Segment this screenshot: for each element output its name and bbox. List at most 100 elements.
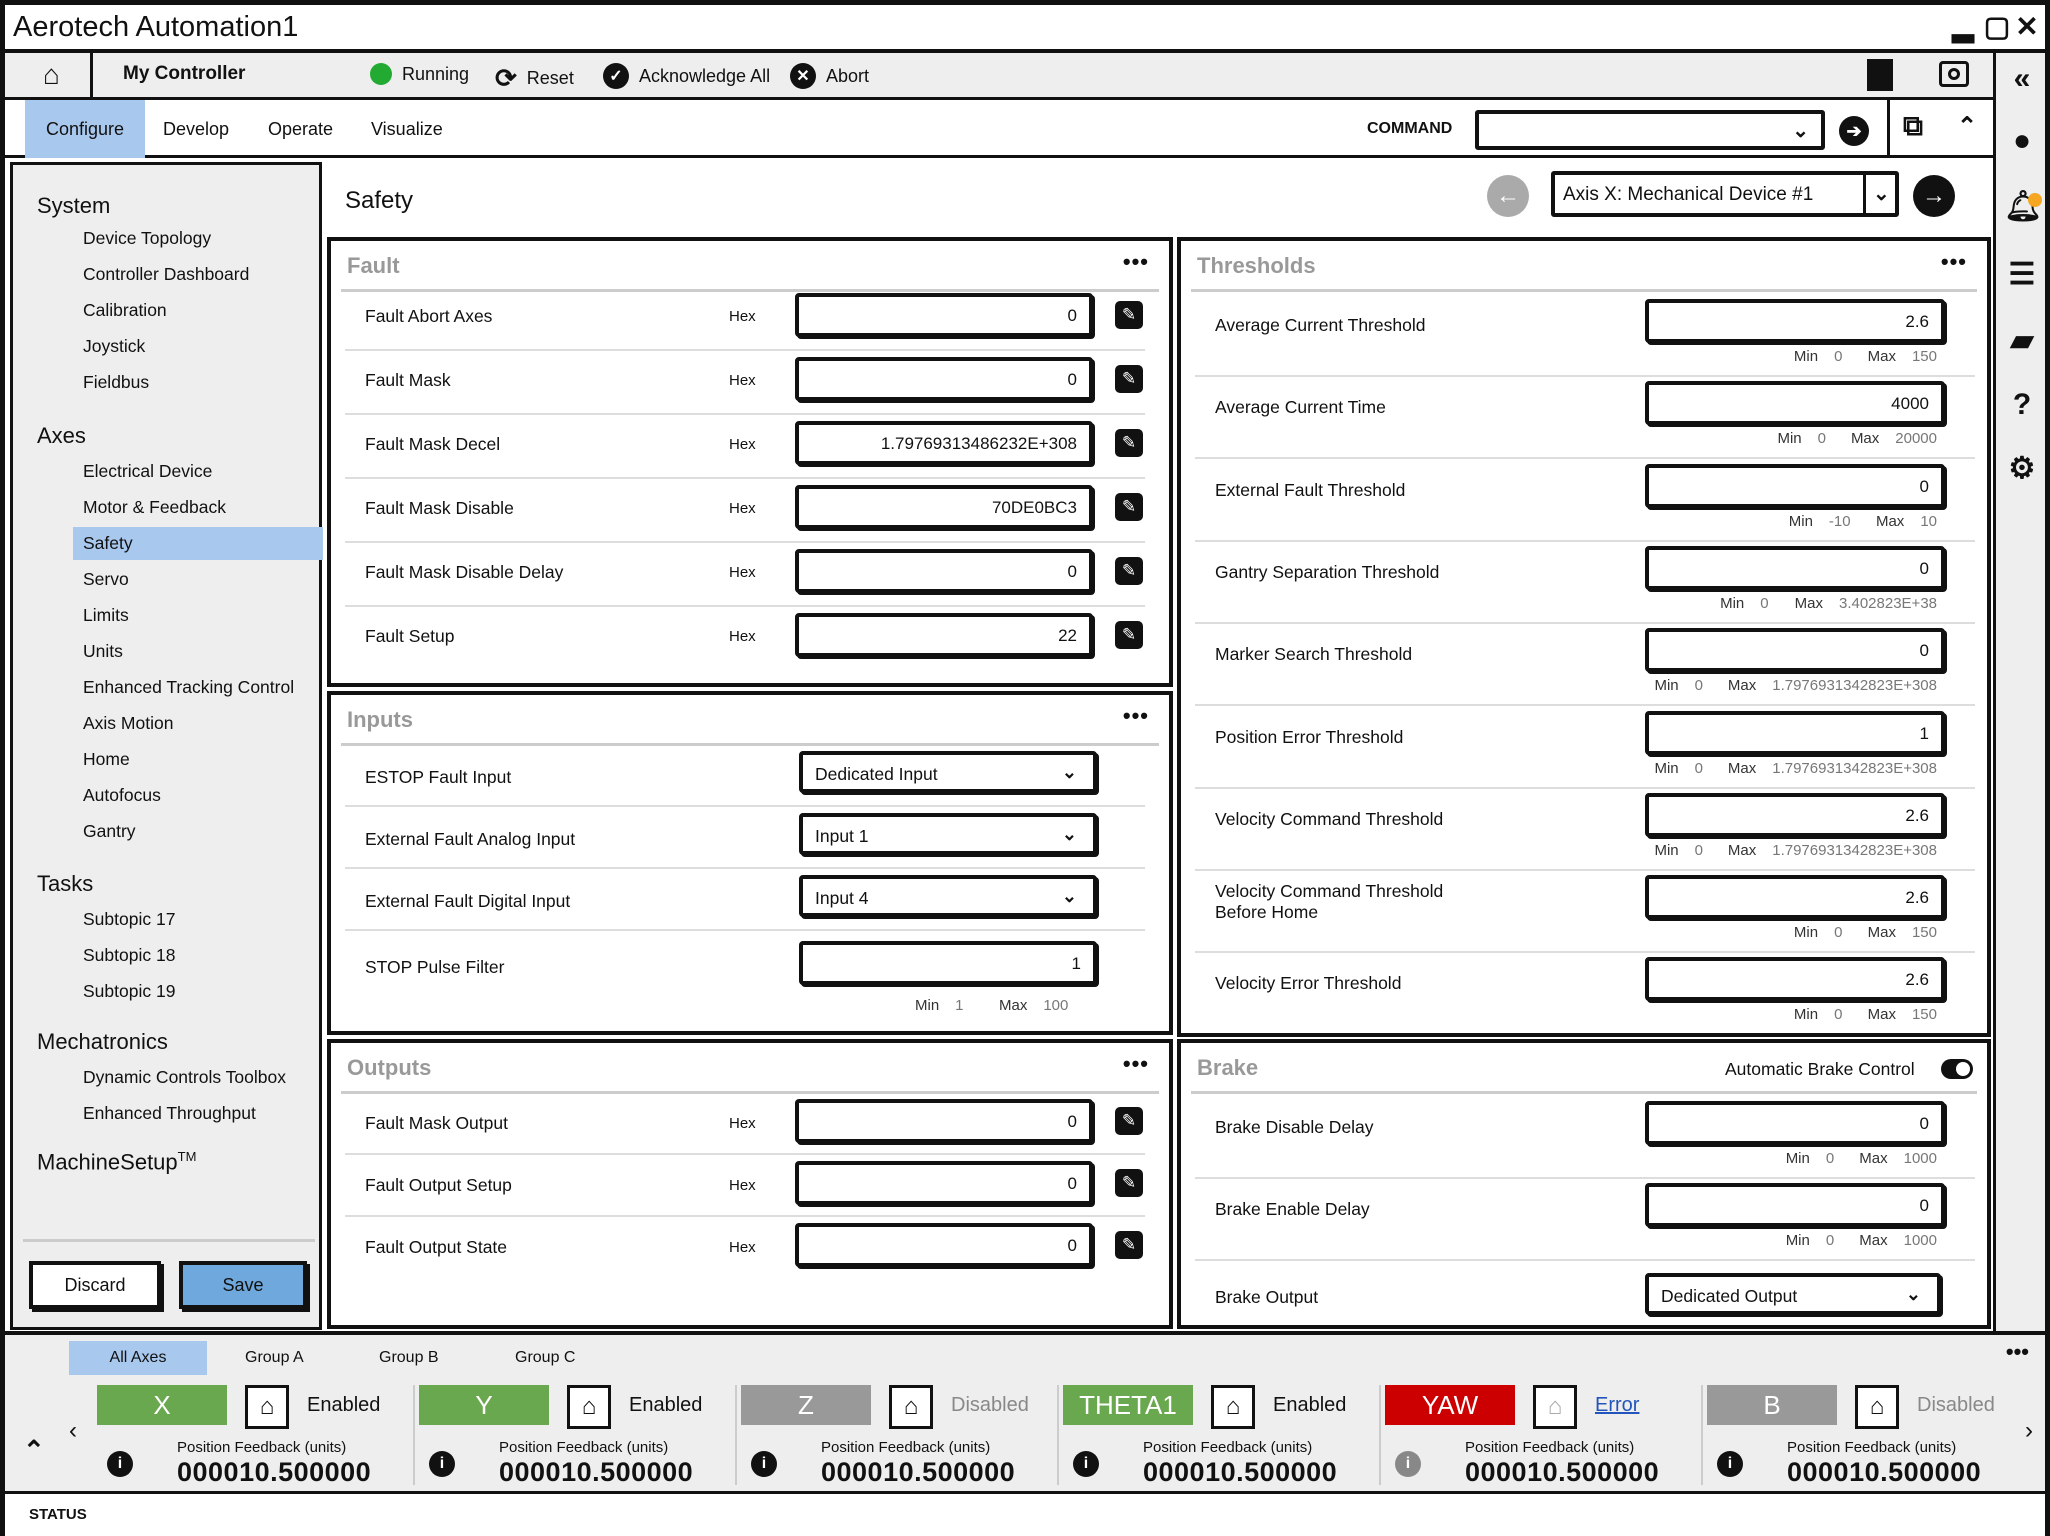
more-options-icon[interactable]: ••• bbox=[1123, 703, 1149, 729]
threshold-row-field[interactable]: 1 bbox=[1645, 710, 1945, 755]
sidebar-item-enhanced-tracking-control[interactable]: Enhanced Tracking Control bbox=[73, 671, 323, 704]
sidebar-item-limits[interactable]: Limits bbox=[73, 599, 323, 632]
output-row-field[interactable]: 0 bbox=[795, 1161, 1093, 1205]
input-row-select[interactable]: Dedicated Input ⌄ bbox=[799, 751, 1097, 793]
info-icon[interactable]: i bbox=[751, 1451, 777, 1477]
sidebar-item-safety[interactable]: Safety bbox=[73, 527, 323, 560]
tab-all-axes[interactable]: All Axes bbox=[69, 1341, 207, 1375]
tab-visualize[interactable]: Visualize bbox=[353, 100, 461, 158]
edit-icon[interactable]: ✎ bbox=[1115, 301, 1143, 329]
tab-group-a[interactable]: Group A bbox=[223, 1341, 326, 1375]
sidebar-item-dynamic-controls-toolbox[interactable]: Dynamic Controls Toolbox bbox=[73, 1061, 323, 1094]
brake-output-select[interactable]: Dedicated Output ⌄ bbox=[1645, 1273, 1941, 1315]
input-row-select[interactable]: Input 4 ⌄ bbox=[799, 875, 1097, 917]
sidebar-item-autofocus[interactable]: Autofocus bbox=[73, 779, 323, 812]
threshold-row-field[interactable]: 2.6 bbox=[1645, 299, 1945, 343]
axis-home-button[interactable]: ⌂ bbox=[245, 1385, 289, 1429]
sidebar-section-machine-setup[interactable]: MachineSetupTM bbox=[37, 1149, 196, 1175]
info-icon[interactable]: i bbox=[1073, 1451, 1099, 1477]
threshold-row-field[interactable]: 2.6 bbox=[1645, 957, 1945, 1002]
sidebar-item-servo[interactable]: Servo bbox=[73, 563, 323, 596]
edit-icon[interactable]: ✎ bbox=[1115, 1169, 1143, 1197]
sidebar-item-gantry[interactable]: Gantry bbox=[73, 815, 323, 848]
sidebar-item-home[interactable]: Home bbox=[73, 743, 323, 776]
axis-state[interactable]: Error bbox=[1595, 1394, 1639, 1417]
threshold-row-field[interactable]: 0 bbox=[1645, 463, 1945, 508]
sidebar-item-subtopic-19[interactable]: Subtopic 19 bbox=[73, 975, 323, 1008]
sidebar-item-calibration[interactable]: Calibration bbox=[73, 294, 323, 327]
info-icon[interactable]: i bbox=[1717, 1451, 1743, 1477]
scroll-right-icon[interactable]: › bbox=[2025, 1417, 2033, 1445]
acknowledge-all-button[interactable]: ✓ Acknowledge All bbox=[603, 63, 770, 89]
reset-button[interactable]: ⟳ Reset bbox=[495, 63, 574, 94]
discard-button[interactable]: Discard bbox=[29, 1261, 161, 1309]
edit-icon[interactable]: ✎ bbox=[1115, 365, 1143, 393]
collapse-left-icon[interactable]: « bbox=[2004, 61, 2040, 97]
edit-icon[interactable]: ✎ bbox=[1115, 1107, 1143, 1135]
edit-icon[interactable]: ✎ bbox=[1115, 493, 1143, 521]
previous-axis-button[interactable]: ← bbox=[1487, 175, 1529, 217]
threshold-row-field[interactable]: 0 bbox=[1645, 628, 1945, 673]
sidebar-item-subtopic-17[interactable]: Subtopic 17 bbox=[73, 903, 323, 936]
chevron-down-icon[interactable]: ⌄ bbox=[1792, 118, 1809, 143]
axis-home-button[interactable]: ⌂ bbox=[1533, 1385, 1577, 1429]
fault-row-field[interactable]: 22 bbox=[795, 613, 1093, 657]
gear-icon[interactable]: ⚙ bbox=[2004, 451, 2040, 487]
scroll-left-icon[interactable]: ‹ bbox=[69, 1417, 77, 1445]
command-input[interactable]: ⌄ bbox=[1475, 110, 1825, 150]
close-icon[interactable]: ✕ bbox=[2013, 13, 2041, 41]
fault-row-field[interactable]: 1.79769313486232E+308 bbox=[795, 421, 1093, 465]
next-axis-button[interactable]: → bbox=[1913, 175, 1955, 217]
popout-icon[interactable]: ⧉ bbox=[1903, 110, 1923, 143]
info-icon[interactable]: i bbox=[107, 1451, 133, 1477]
fault-row-field[interactable]: 0 bbox=[795, 549, 1093, 593]
sidebar-item-axis-motion[interactable]: Axis Motion bbox=[73, 707, 323, 740]
sidebar-item-joystick[interactable]: Joystick bbox=[73, 330, 323, 363]
fault-row-field[interactable]: 0 bbox=[795, 357, 1093, 401]
expand-up-icon[interactable]: ⌃ bbox=[23, 1435, 45, 1466]
stop-pulse-filter-field[interactable]: 1 bbox=[799, 941, 1097, 985]
bell-icon[interactable]: 🔔︎ bbox=[2004, 189, 2042, 225]
sidebar-item-controller-dashboard[interactable]: Controller Dashboard bbox=[73, 258, 323, 291]
fault-row-field[interactable]: 0 bbox=[795, 293, 1093, 337]
automatic-brake-control-toggle[interactable] bbox=[1941, 1059, 1973, 1079]
abort-button[interactable]: ✕ Abort bbox=[790, 63, 869, 89]
info-icon[interactable]: i bbox=[429, 1451, 455, 1477]
input-row-select[interactable]: Input 1 ⌄ bbox=[799, 813, 1097, 855]
axis-home-button[interactable]: ⌂ bbox=[889, 1385, 933, 1429]
user-icon[interactable]: ● bbox=[2004, 123, 2040, 159]
sidebar-item-enhanced-throughput[interactable]: Enhanced Throughput bbox=[73, 1097, 323, 1130]
more-options-icon[interactable]: ••• bbox=[1941, 249, 1967, 275]
sidebar-item-electrical-device[interactable]: Electrical Device bbox=[73, 455, 323, 488]
sidebar-item-units[interactable]: Units bbox=[73, 635, 323, 668]
edit-icon[interactable]: ✎ bbox=[1115, 1231, 1143, 1259]
more-options-icon[interactable]: ••• bbox=[1123, 249, 1149, 275]
save-button[interactable]: Save bbox=[179, 1261, 307, 1309]
tab-group-b[interactable]: Group B bbox=[357, 1341, 461, 1375]
tab-operate[interactable]: Operate bbox=[250, 100, 351, 158]
threshold-row-field[interactable]: 2.6 bbox=[1645, 875, 1945, 920]
output-row-field[interactable]: 0 bbox=[795, 1099, 1093, 1143]
tab-develop[interactable]: Develop bbox=[145, 100, 247, 158]
camera-icon[interactable] bbox=[1939, 61, 1969, 87]
tab-group-c[interactable]: Group C bbox=[493, 1341, 597, 1375]
fault-row-field[interactable]: 70DE0BC3 bbox=[795, 485, 1093, 529]
axis-select[interactable]: Axis X: Mechanical Device #1 ⌄ bbox=[1551, 171, 1899, 217]
axis-home-button[interactable]: ⌂ bbox=[1211, 1385, 1255, 1429]
axis-home-button[interactable]: ⌂ bbox=[567, 1385, 611, 1429]
collapse-up-icon[interactable]: ⌃ bbox=[1957, 112, 1977, 141]
list-icon[interactable]: ☰ bbox=[2004, 257, 2040, 293]
threshold-row-field[interactable]: 2.6 bbox=[1645, 792, 1945, 837]
threshold-row-field[interactable]: 4000 bbox=[1645, 381, 1945, 426]
info-icon[interactable]: i bbox=[1395, 1451, 1421, 1477]
document-icon[interactable] bbox=[1867, 59, 1893, 91]
sidebar-item-device-topology[interactable]: Device Topology bbox=[73, 222, 323, 255]
book-icon[interactable]: ▰ bbox=[2004, 323, 2040, 359]
minimize-icon[interactable]: ▂ bbox=[1949, 13, 1977, 41]
more-options-icon[interactable]: ••• bbox=[2006, 1339, 2029, 1365]
brake-row-field[interactable]: 0 bbox=[1645, 1183, 1945, 1227]
sidebar-item-fieldbus[interactable]: Fieldbus bbox=[73, 366, 323, 399]
sidebar-item-subtopic-18[interactable]: Subtopic 18 bbox=[73, 939, 323, 972]
axis-home-button[interactable]: ⌂ bbox=[1855, 1385, 1899, 1429]
edit-icon[interactable]: ✎ bbox=[1115, 429, 1143, 457]
